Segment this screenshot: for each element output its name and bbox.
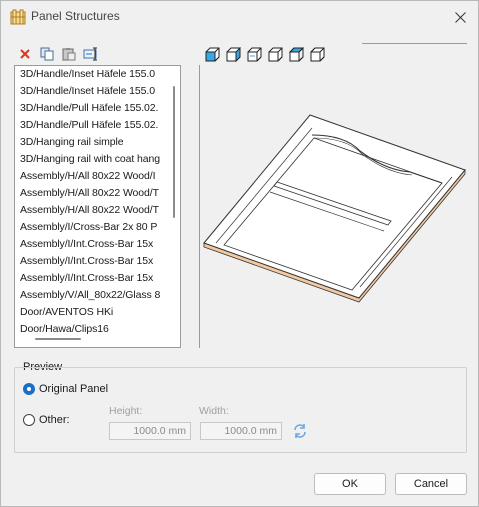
list-item[interactable]: Door/AVENTOS HKi [15, 304, 167, 321]
copy-icon [40, 47, 54, 61]
list-item[interactable]: Assembly/H/All 80x22 Wood/I [15, 168, 167, 185]
refresh-swap-icon [294, 424, 306, 438]
panel-structures-icon [10, 9, 26, 25]
list-item[interactable]: 3D/Hanging rail simple [15, 134, 167, 151]
list-item[interactable]: 3D/Handle/Inset Häfele 155.0 [15, 66, 167, 83]
vertical-scrollbar[interactable] [173, 86, 175, 218]
list-item[interactable]: Assembly/H/All 80x22 Wood/T [15, 202, 167, 219]
panel-3d-drawing [203, 114, 466, 303]
view-left-cube-icon[interactable] [225, 47, 241, 63]
other-radio[interactable]: Other: [23, 414, 70, 426]
list-item[interactable]: Assembly/I/Int.Cross-Bar 15x [15, 253, 167, 270]
list-item[interactable]: Assembly/I/Int.Cross-Bar 15x [15, 236, 167, 253]
list-item[interactable]: Door/Hawa/Clips16 [15, 321, 167, 338]
horizontal-scrollbar[interactable] [35, 338, 81, 340]
view-right-cube-icon[interactable] [246, 47, 262, 63]
list-item[interactable]: 3D/Hanging rail with coat hang [15, 151, 167, 168]
width-label: Width: [199, 405, 229, 417]
height-input[interactable]: 1000.0 mm [109, 422, 191, 440]
original-panel-radio[interactable]: Original Panel [23, 383, 108, 395]
other-radio-dot[interactable] [23, 414, 35, 426]
rename-icon [83, 47, 97, 61]
structures-list[interactable]: 3D/Handle/Inset Häfele 155.0 3D/Handle/In… [14, 65, 181, 348]
preview-group [14, 367, 467, 453]
original-panel-label: Original Panel [39, 383, 109, 395]
window-title: Panel Structures [31, 9, 120, 23]
view-front-cube-icon[interactable] [204, 47, 220, 63]
view-iso-cube-icon[interactable] [309, 47, 325, 63]
copy-button[interactable] [39, 46, 55, 62]
list-item[interactable]: Assembly/I/Cross-Bar 2x 80 P [15, 219, 167, 236]
other-label: Other: [39, 414, 70, 426]
title-bar: Panel Structures [1, 1, 478, 33]
list-item[interactable]: 3D/Handle/Inset Häfele 155.0 [15, 83, 167, 100]
rename-button[interactable] [83, 46, 99, 62]
view-toolbar [204, 47, 325, 63]
list-item[interactable]: Assembly/I/Int.Cross-Bar 15x [15, 270, 167, 287]
view-back-cube-icon[interactable] [267, 47, 283, 63]
list-toolbar [17, 45, 99, 63]
view-top-cube-icon[interactable] [288, 47, 304, 63]
width-input[interactable]: 1000.0 mm [200, 422, 282, 440]
paste-icon [62, 48, 76, 61]
delete-x-icon [20, 49, 30, 59]
delete-button[interactable] [17, 46, 33, 62]
view-separator [362, 43, 467, 44]
list-item[interactable]: Assembly/V/All_80x22/Glass 8 [15, 287, 167, 304]
height-label: Height: [109, 405, 143, 417]
original-panel-radio-dot[interactable] [23, 383, 35, 395]
ok-button[interactable]: OK [314, 473, 386, 495]
close-icon [454, 11, 466, 23]
structures-list-items: 3D/Handle/Inset Häfele 155.0 3D/Handle/In… [15, 66, 180, 338]
panel-3d-preview[interactable] [199, 65, 467, 348]
paste-button[interactable] [61, 46, 77, 62]
list-item[interactable]: 3D/Handle/Pull Häfele 155.02. [15, 100, 167, 117]
list-item[interactable]: Assembly/H/All 80x22 Wood/T [15, 185, 167, 202]
panel-structures-dialog: Panel Structures 3D/Handle/Inset Häfele … [0, 0, 479, 507]
cancel-button[interactable]: Cancel [395, 473, 467, 495]
swap-dimensions-button[interactable] [290, 421, 310, 441]
list-item[interactable]: 3D/Handle/Pull Häfele 155.02. [15, 117, 167, 134]
close-button[interactable] [448, 5, 472, 29]
